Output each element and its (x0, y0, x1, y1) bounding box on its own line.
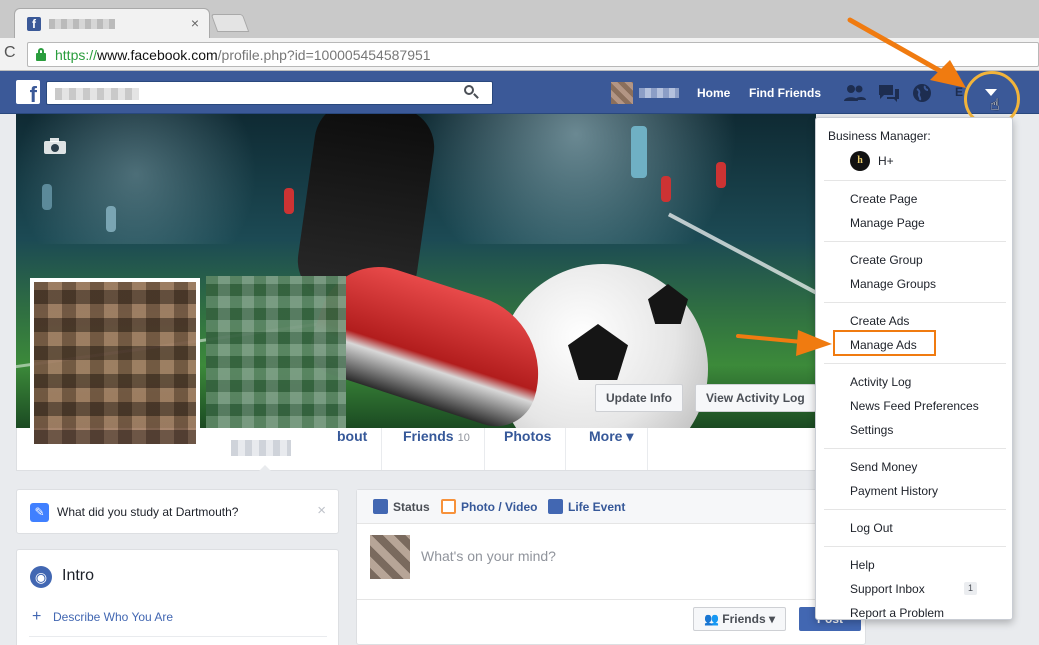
search-text-redacted (55, 88, 139, 100)
flag-icon (548, 499, 563, 514)
menu-item-payment-history[interactable]: Payment History (850, 484, 938, 498)
find-friends-link[interactable]: Find Friends (749, 86, 821, 100)
menu-item-manage-groups[interactable]: Manage Groups (850, 277, 936, 291)
business-name: H+ (878, 154, 894, 168)
tab-status[interactable]: Status (373, 499, 430, 514)
education-prompt-card: ✎ What did you study at Dartmouth? × (16, 489, 339, 534)
menu-item-send-money[interactable]: Send Money (850, 460, 917, 474)
status-composer: Status Photo / Video Life Event What's o… (356, 489, 866, 645)
menu-item-create-page[interactable]: Create Page (850, 192, 917, 206)
business-logo-icon: h (850, 151, 870, 171)
menu-item-report-a-problem[interactable]: Report a Problem (850, 606, 944, 619)
annotation-arrow-top (847, 17, 966, 88)
tab-life-event[interactable]: Life Event (548, 499, 625, 514)
reload-icon[interactable]: C (4, 44, 16, 62)
tab-more[interactable]: More ▾ (575, 428, 649, 470)
avatar (370, 535, 410, 579)
menu-item-help[interactable]: Help (850, 558, 875, 572)
update-info-button[interactable]: Update Info (595, 384, 683, 412)
business-manager-label: Business Manager: (828, 129, 931, 143)
tab-photos[interactable]: Photos (490, 428, 567, 470)
globe-icon: ◉ (30, 566, 52, 588)
menu-item-create-group[interactable]: Create Group (850, 253, 923, 267)
search-input[interactable] (46, 81, 493, 105)
composer-tabs: Status Photo / Video Life Event (357, 490, 865, 524)
friends-icon: 👥 (704, 612, 723, 626)
browser-tab[interactable]: f × (14, 8, 210, 38)
camera-icon[interactable] (44, 138, 66, 154)
profile-name-redacted (231, 440, 291, 456)
new-tab-button[interactable] (210, 14, 250, 32)
support-inbox-badge: 1 (964, 582, 977, 595)
status-input[interactable]: What's on your mind? (421, 548, 556, 564)
pencil-icon: ✎ (30, 503, 49, 522)
profile-name-redacted (639, 88, 679, 98)
facebook-logo-icon[interactable]: f (16, 80, 40, 104)
intro-heading: Intro (62, 567, 95, 584)
menu-item-news-feed-preferences[interactable]: News Feed Preferences (850, 399, 979, 413)
annotation-highlight-box (833, 330, 936, 356)
tab-friends[interactable]: Friends 10 (389, 428, 485, 470)
pencil-icon (373, 499, 388, 514)
audience-selector[interactable]: 👥 Friends ▾ (693, 607, 786, 631)
tab-photo-video[interactable]: Photo / Video (441, 499, 537, 514)
plus-icon[interactable]: + (32, 608, 41, 626)
hand-cursor-icon: ☝ (990, 97, 1000, 114)
menu-item-manage-page[interactable]: Manage Page (850, 216, 925, 230)
intro-card: ◉ Intro + Describe Who You Are (16, 549, 339, 645)
search-icon[interactable] (464, 85, 479, 99)
tab-about[interactable]: bout (323, 428, 383, 470)
tab-close-icon[interactable]: × (191, 15, 199, 31)
account-dropdown-menu: Business Manager: h H+ Create Page Manag… (815, 117, 1013, 620)
profile-picture[interactable] (30, 278, 200, 448)
friends-count: 10 (457, 432, 470, 444)
menu-item-log-out[interactable]: Log Out (850, 521, 893, 535)
menu-item-activity-log[interactable]: Activity Log (850, 375, 911, 389)
describe-who-you-are-link[interactable]: Describe Who You Are (53, 610, 173, 624)
url-text: https://www.facebook.com/profile.php?id=… (55, 47, 431, 63)
menu-item-create-ads[interactable]: Create Ads (850, 314, 909, 328)
photo-icon (441, 499, 456, 514)
view-activity-log-button[interactable]: View Activity Log (695, 384, 816, 412)
menu-item-settings[interactable]: Settings (850, 423, 893, 437)
menu-item-support-inbox[interactable]: Support Inbox (850, 582, 925, 596)
close-icon[interactable]: × (317, 502, 326, 519)
tab-title-redacted (49, 19, 115, 29)
lock-icon (36, 48, 46, 61)
avatar (611, 82, 633, 104)
profile-link[interactable] (611, 82, 679, 104)
education-prompt-text[interactable]: What did you study at Dartmouth? (57, 505, 238, 519)
annotation-arrow-manage-ads (736, 330, 832, 356)
facebook-favicon-icon: f (27, 17, 41, 31)
home-link[interactable]: Home (697, 86, 730, 100)
